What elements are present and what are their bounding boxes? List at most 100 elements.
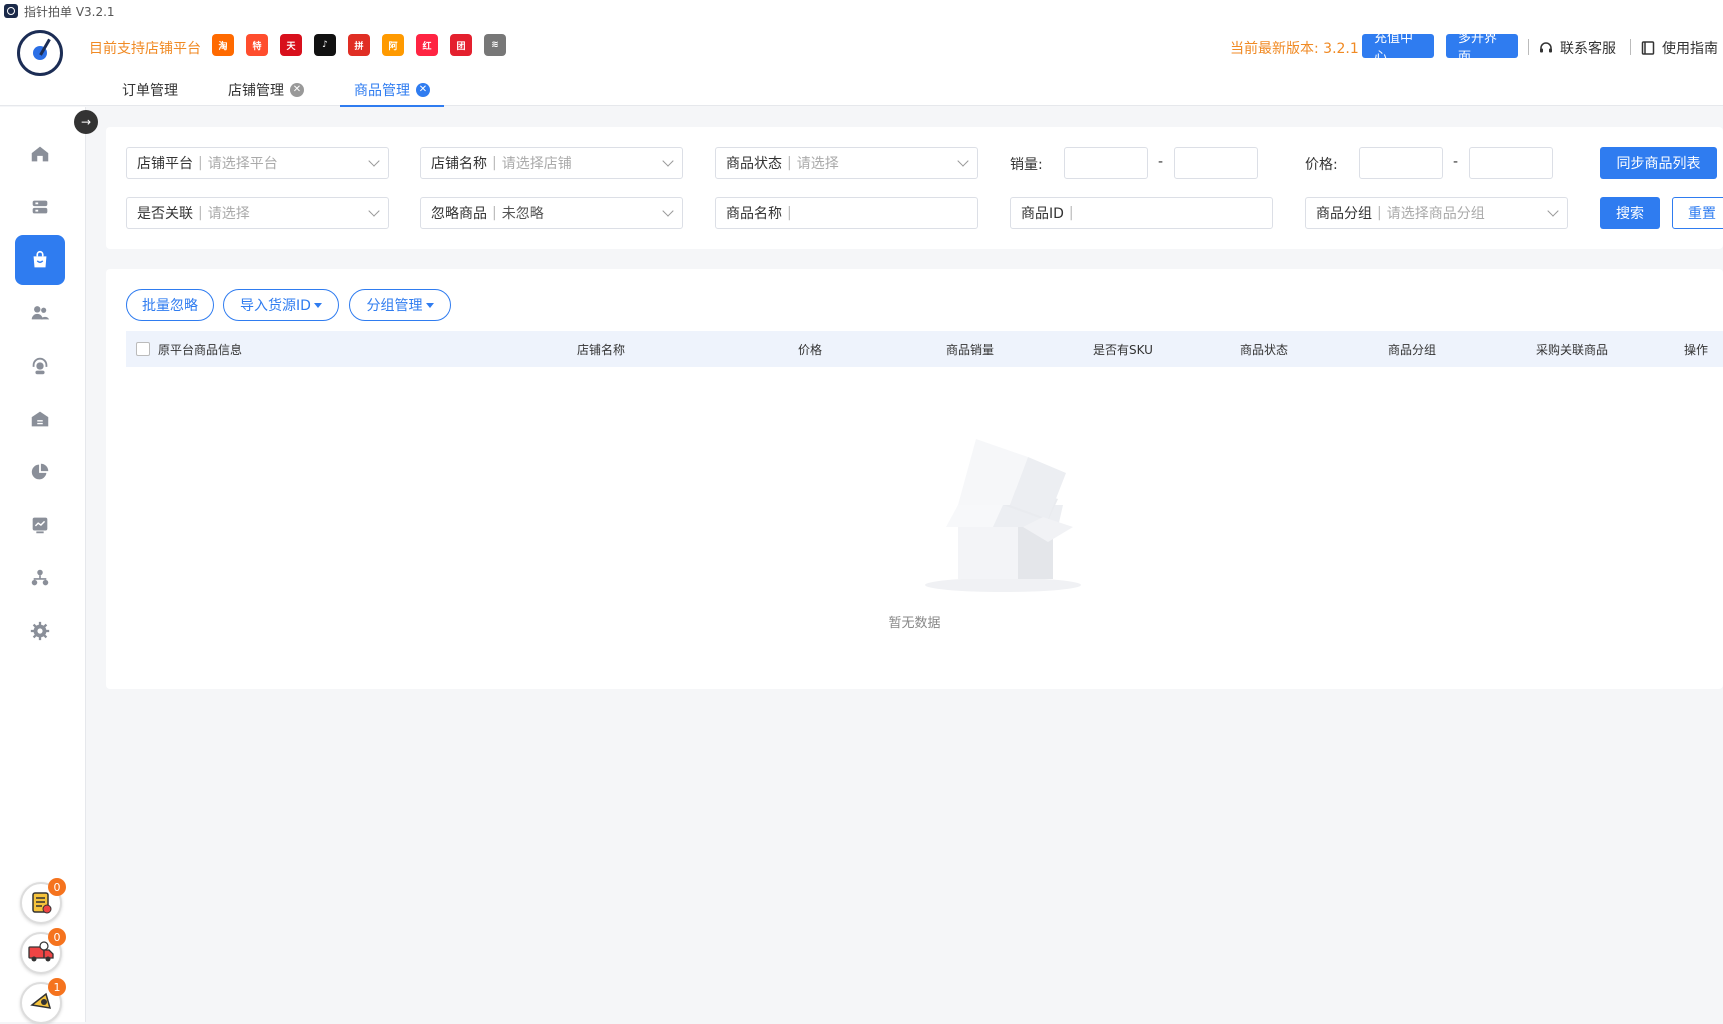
price-min-input[interactable] [1359,147,1443,179]
platform-pinduoduo-icon: 拼 [348,34,370,56]
warehouse-icon [31,411,49,427]
sidebar-item-service[interactable] [15,341,65,391]
home-icon [31,146,49,162]
chevron-down-icon [368,155,380,167]
tab-label: 订单管理 [122,83,178,99]
notification-badge: 1 [48,978,66,996]
user-guide-label: 使用指南 [1662,41,1718,57]
platform-1688-icon: 阿 [382,34,404,56]
product-name-input[interactable]: 商品名称 | [715,197,978,229]
sales-label: 销量: [1010,157,1043,173]
window-titlebar: 指针拍单 V3.2.1 [0,0,1723,22]
column-header: 原平台商品信息 [158,342,243,357]
price-range-dash: - [1453,154,1459,170]
platform-tmall-icon: 天 [280,34,302,56]
shopping-bag-icon [33,250,47,268]
announcement-icon [30,992,52,1009]
platform-tejia-icon: 特 [246,34,268,56]
product-status-select[interactable]: 商品状态 | 请选择 [715,147,978,179]
product-group-select[interactable]: 商品分组 | 请选择商品分组 [1305,197,1568,229]
chevron-down-icon [662,155,674,167]
platform-other-icon: ≋ [484,34,506,56]
notification-badge: 0 [48,928,66,946]
sidebar-item-analytics[interactable] [15,500,65,550]
sales-max-input[interactable] [1174,147,1258,179]
task-list-icon [32,892,52,914]
store-icon [32,200,48,214]
tab-order-management[interactable]: 订单管理 [108,74,192,106]
platform-kuaituantuan-icon: 团 [450,34,472,56]
announcement-button[interactable]: 1 [20,978,66,1024]
sidebar-item-home[interactable] [15,129,65,179]
sync-product-list-button[interactable]: 同步商品列表 [1600,147,1717,179]
settings-icon [30,621,50,641]
column-header: 价格 [798,342,823,357]
close-icon[interactable]: ✕ [290,83,304,97]
user-guide-link[interactable]: 使用指南 [1640,38,1718,58]
multi-window-button[interactable]: 多开界面 [1446,31,1518,65]
close-icon[interactable]: ✕ [416,83,430,97]
delivery-button[interactable]: 0 [20,928,66,974]
sidebar-item-store[interactable] [15,182,65,232]
empty-state-text: 暂无数据 [888,616,941,631]
window-title: 指针拍单 V3.2.1 [24,4,115,19]
org-tree-icon [31,569,49,586]
import-source-id-dropdown[interactable]: 导入货源ID [223,289,339,321]
platform-icons: 淘特天 ♪ 拼阿红团 ≋ [212,34,506,56]
price-label: 价格: [1305,157,1338,173]
sidebar-item-organization[interactable] [15,553,65,603]
latest-version-text: 当前最新版本: 3.2.1 [1230,41,1359,57]
sidebar-item-users[interactable] [15,288,65,338]
column-header: 采购关联商品 [1536,342,1609,357]
recharge-center-button[interactable]: 充值中心 [1362,31,1434,65]
chevron-down-icon [368,205,380,217]
tab-store-management[interactable]: 店铺管理 ✕ [214,74,318,106]
select-all-checkbox[interactable] [136,342,150,356]
platform-douyin-icon: ♪ [314,34,336,56]
ignore-product-select[interactable]: 忽略商品 | 未忽略 [420,197,683,229]
column-header: 店铺名称 [577,342,626,357]
is-linked-select[interactable]: 是否关联 | 请选择 [126,197,389,229]
task-list-button[interactable]: 0 [20,878,66,924]
store-platform-select[interactable]: 店铺平台 | 请选择平台 [126,147,389,179]
reset-button[interactable]: 重置 [1672,197,1723,229]
headset-support-icon [1540,42,1552,53]
sidebar-item-statistics[interactable] [15,447,65,497]
column-header: 商品状态 [1240,342,1289,357]
empty-box-illustration [925,439,1081,592]
book-icon [1641,41,1655,55]
group-manage-dropdown[interactable]: 分组管理 [349,289,451,321]
table-header: 原平台商品信息 店铺名称 价格 商品销量 是否有SKU 商品状态 商品分组 采购… [126,331,1723,367]
sidebar-nav: 0 0 1 [0,107,86,1024]
sidebar-item-products[interactable] [15,235,65,285]
search-button[interactable]: 搜索 [1600,197,1660,229]
supported-platforms-label: 目前支持店铺平台 [89,41,201,57]
users-icon [31,306,50,320]
filter-panel: 店铺平台 | 请选择平台 店铺名称 | 请选择店铺 商品状态 | 请选择 销量: - … [106,127,1723,249]
contact-support-label: 联系客服 [1560,41,1616,57]
product-id-input[interactable]: 商品ID | [1010,197,1273,229]
sidebar-collapse-toggle[interactable]: → [74,110,98,134]
app-header: 目前支持店铺平台 淘特天 ♪ 拼阿红团 ≋ 当前最新版本: 3.2.1 充值中心 多开… [0,22,1723,107]
store-name-select[interactable]: 店铺名称 | 请选择店铺 [420,147,683,179]
sidebar-item-settings[interactable] [15,606,65,656]
platform-xiaohongshu-icon: 红 [416,34,438,56]
tab-label: 店铺管理 [228,83,284,99]
batch-ignore-button[interactable]: 批量忽略 [126,289,214,321]
trend-chart-icon [32,517,48,534]
platform-taobao-icon: 淘 [212,34,234,56]
price-max-input[interactable] [1469,147,1553,179]
chevron-down-icon [662,205,674,217]
sidebar-item-warehouse[interactable] [15,394,65,444]
headset-icon [32,357,48,375]
sales-min-input[interactable] [1064,147,1148,179]
contact-support-link[interactable]: 联系客服 [1538,38,1616,58]
arrow-right-icon: → [80,115,92,129]
page-tabs: 订单管理 店铺管理 ✕ 商品管理 ✕ [108,74,466,107]
column-header: 商品销量 [946,342,995,357]
column-header: 商品分组 [1388,342,1437,357]
chevron-down-icon [1547,205,1559,217]
brand-logo-icon [17,30,63,76]
tab-product-management[interactable]: 商品管理 ✕ [340,74,444,107]
product-table-panel: 批量忽略 导入货源ID 分组管理 原平台商品信息 店铺名称 价格 商品销量 是否… [106,269,1723,689]
